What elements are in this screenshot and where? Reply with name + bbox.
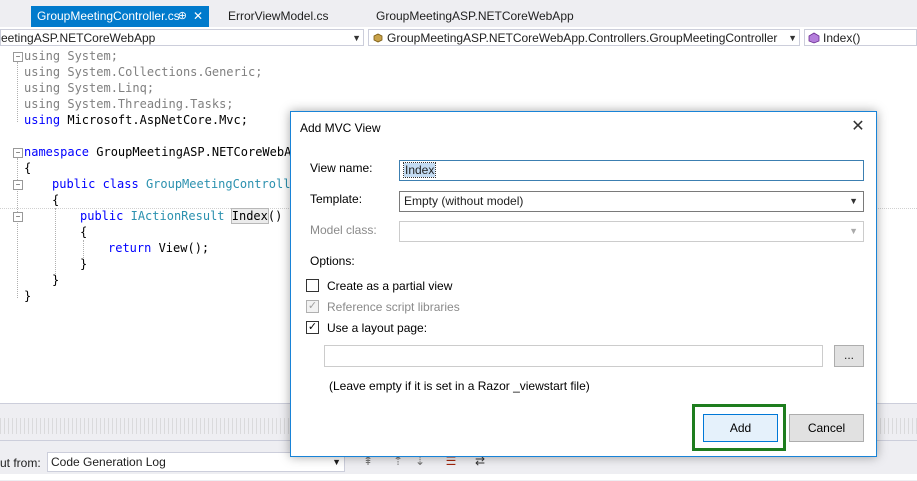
chevron-down-icon: ▼: [849, 196, 858, 206]
fold-guide: [17, 62, 18, 122]
code-line: using System.Threading.Tasks;: [24, 97, 234, 111]
collapse-icon[interactable]: −: [13, 212, 23, 222]
code-text: (): [267, 209, 283, 223]
code-method-name[interactable]: Index: [230, 208, 269, 224]
code-line: using System.Linq;: [24, 81, 155, 95]
code-type: IActionResult: [130, 209, 225, 223]
partial-view-label[interactable]: Create as a partial view: [327, 279, 452, 293]
template-select[interactable]: Empty (without model) ▼: [399, 191, 864, 212]
cancel-button[interactable]: Cancel: [789, 414, 864, 442]
template-label: Template:: [310, 192, 363, 206]
code-line: {: [24, 161, 32, 175]
code-keyword: public: [80, 209, 124, 223]
close-icon[interactable]: ✕: [848, 117, 868, 137]
code-line: }: [52, 273, 60, 287]
code-keyword: return: [108, 241, 152, 255]
collapse-icon[interactable]: −: [13, 148, 23, 158]
chevron-down-icon: ▼: [849, 226, 858, 236]
code-type: GroupMeetingControlle: [145, 177, 298, 191]
member-dropdown[interactable]: Index(): [804, 29, 917, 46]
code-line: return View();: [108, 240, 209, 256]
model-class-select[interactable]: ▼: [399, 221, 864, 242]
code-keyword: using: [24, 113, 61, 127]
class-icon: [373, 33, 383, 43]
tab-label: ErrorViewModel.cs: [228, 9, 329, 23]
show-output-from-label: ut from:: [0, 456, 41, 470]
view-name-value: Index: [402, 162, 437, 178]
add-mvc-view-dialog: Add MVC View ✕ View name: Index Template…: [290, 111, 877, 457]
fold-guide: [17, 158, 18, 298]
class-dropdown-value: GroupMeetingASP.NETCoreWebApp.Controller…: [387, 31, 778, 45]
code-line: public class GroupMeetingControlle: [52, 176, 298, 192]
pin-icon[interactable]: ⊕: [178, 6, 187, 26]
class-dropdown[interactable]: GroupMeetingASP.NETCoreWebApp.Controller…: [368, 29, 800, 46]
code-keyword: public class: [52, 177, 139, 191]
code-line: {: [80, 225, 88, 239]
layout-page-checkbox[interactable]: ✓: [306, 321, 319, 334]
view-name-label: View name:: [310, 161, 373, 175]
tab-label: GroupMeetingController.cs: [37, 9, 180, 23]
partial-view-checkbox[interactable]: [306, 279, 319, 292]
code-line: }: [80, 257, 88, 271]
collapse-icon[interactable]: −: [13, 52, 23, 62]
code-text: View();: [151, 241, 210, 255]
code-line: public IActionResult Index(): [80, 208, 282, 224]
layout-hint: (Leave empty if it is set in a Razor _vi…: [329, 379, 590, 393]
chevron-down-icon: ▼: [352, 33, 361, 43]
tab-label: GroupMeetingASP.NETCoreWebApp: [376, 9, 574, 23]
code-line: {: [52, 193, 60, 207]
code-keyword: namespace: [24, 145, 90, 159]
script-libraries-checkbox[interactable]: ✓: [306, 300, 319, 313]
code-line: namespace GroupMeetingASP.NETCoreWebAp: [24, 144, 299, 160]
output-source-value: Code Generation Log: [51, 455, 166, 469]
add-button[interactable]: Add: [703, 414, 778, 442]
code-text: GroupMeetingASP.NETCoreWebAp: [89, 145, 299, 159]
layout-page-label[interactable]: Use a layout page:: [327, 321, 427, 335]
fold-guide: [55, 208, 56, 280]
code-line: using Microsoft.AspNetCore.Mvc;: [24, 112, 248, 128]
code-text: Microsoft.AspNetCore.Mvc;: [60, 113, 248, 127]
project-dropdown-value: eetingASP.NETCoreWebApp: [1, 31, 156, 45]
browse-button[interactable]: ...: [834, 345, 864, 367]
chevron-down-icon: ▼: [788, 33, 797, 43]
code-line: using System;: [24, 49, 118, 63]
method-icon: [808, 32, 820, 44]
close-tab-icon[interactable]: ✕: [193, 6, 203, 26]
navigation-bar: eetingASP.NETCoreWebApp ▼ GroupMeetingAS…: [0, 27, 917, 49]
member-dropdown-value: Index(): [823, 31, 861, 45]
output-text-area[interactable]: [0, 474, 917, 480]
document-tab-strip: GroupMeetingController.cs ⊕ ✕ ErrorViewM…: [0, 0, 917, 29]
script-libraries-label[interactable]: Reference script libraries: [327, 300, 460, 314]
model-class-label: Model class:: [310, 223, 377, 237]
template-value: Empty (without model): [404, 194, 524, 208]
tab-groupmeetingcontroller[interactable]: GroupMeetingController.cs ⊕ ✕: [31, 6, 209, 27]
tab-errorviewmodel[interactable]: ErrorViewModel.cs: [222, 6, 334, 27]
project-dropdown[interactable]: eetingASP.NETCoreWebApp ▼: [0, 29, 364, 46]
code-line: using System.Collections.Generic;: [24, 65, 263, 79]
collapse-icon[interactable]: −: [13, 180, 23, 190]
layout-path-input[interactable]: [324, 345, 823, 367]
view-name-input[interactable]: Index: [399, 160, 864, 181]
options-label: Options:: [310, 254, 355, 268]
code-line: }: [24, 289, 32, 303]
dialog-title: Add MVC View: [300, 121, 381, 135]
tab-project[interactable]: GroupMeetingASP.NETCoreWebApp: [370, 6, 580, 27]
